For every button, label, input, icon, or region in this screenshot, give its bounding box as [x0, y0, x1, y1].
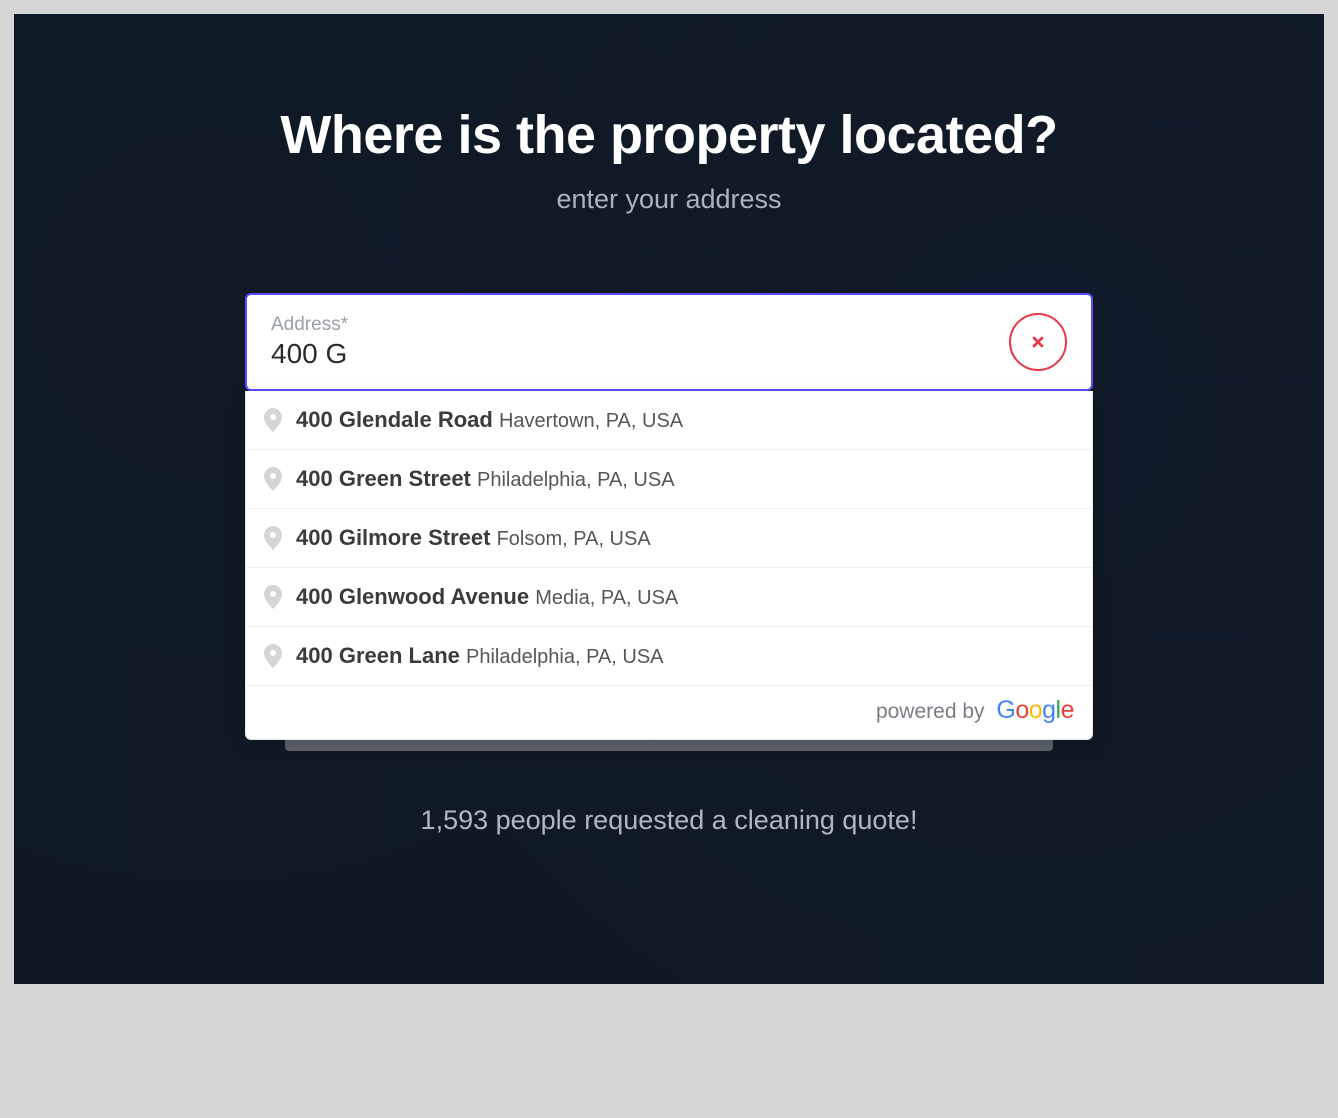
hero-panel: Where is the property located? enter you…: [14, 14, 1324, 984]
close-icon: [1030, 334, 1046, 350]
suggestion-item[interactable]: 400 Glenwood Avenue Media, PA, USA: [246, 568, 1092, 627]
suggestion-item[interactable]: 400 Gilmore Street Folsom, PA, USA: [246, 509, 1092, 568]
map-pin-icon: [264, 408, 282, 432]
address-input-inner: Address*: [271, 314, 997, 370]
address-input[interactable]: [271, 338, 997, 370]
suggestion-text: 400 Glendale Road Havertown, PA, USA: [296, 407, 683, 433]
suggestion-text: 400 Glenwood Avenue Media, PA, USA: [296, 584, 678, 610]
address-input-container[interactable]: Address*: [245, 293, 1093, 391]
social-proof: 1,593 people requested a cleaning quote!: [421, 805, 918, 836]
suggestion-text: 400 Green Street Philadelphia, PA, USA: [296, 466, 675, 492]
page-heading: Where is the property located?: [280, 104, 1057, 166]
address-autocomplete: Address* 400 Glendale Road Havertown, PA…: [245, 293, 1093, 391]
clear-button[interactable]: [1009, 313, 1067, 371]
powered-by-text: powered by: [876, 700, 985, 723]
suggestion-item[interactable]: 400 Green Street Philadelphia, PA, USA: [246, 450, 1092, 509]
map-pin-icon: [264, 467, 282, 491]
map-pin-icon: [264, 526, 282, 550]
suggestions-dropdown: 400 Glendale Road Havertown, PA, USA 400…: [245, 391, 1093, 740]
google-logo: Google: [996, 696, 1074, 724]
map-pin-icon: [264, 644, 282, 668]
suggestion-item[interactable]: 400 Glendale Road Havertown, PA, USA: [246, 391, 1092, 450]
powered-by: powered by Google: [246, 686, 1092, 739]
suggestion-item[interactable]: 400 Green Lane Philadelphia, PA, USA: [246, 627, 1092, 686]
address-label: Address*: [271, 314, 997, 336]
suggestion-text: 400 Green Lane Philadelphia, PA, USA: [296, 643, 664, 669]
map-pin-icon: [264, 585, 282, 609]
suggestion-text: 400 Gilmore Street Folsom, PA, USA: [296, 525, 651, 551]
page-subheading: enter your address: [556, 184, 781, 215]
